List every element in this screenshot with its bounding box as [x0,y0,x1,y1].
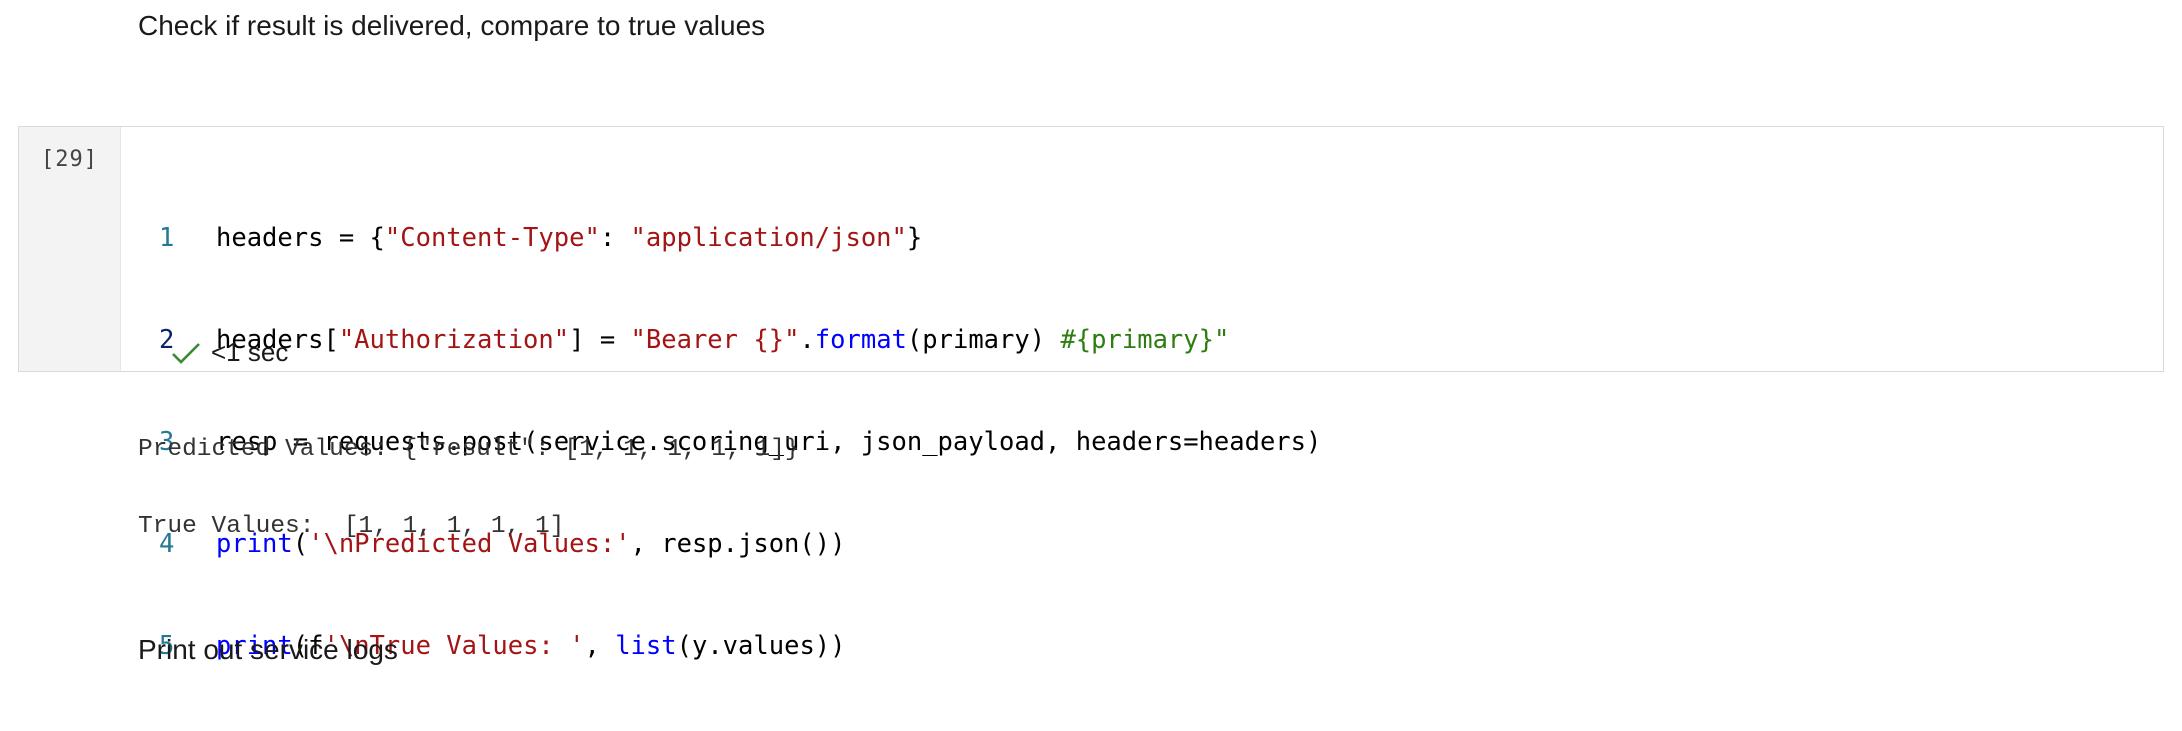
code-line: 1 headers = {"Content-Type": "applicatio… [159,221,1321,255]
markdown-cell-text: Check if result is delivered, compare to… [138,10,766,41]
code-token: } [906,223,923,253]
code-token-string: "application/json" [630,223,907,253]
execution-count: [29] [41,147,98,172]
line-number: 1 [159,223,175,253]
code-token: (y.values)) [676,631,846,661]
execution-status: <1 sec [171,337,288,368]
cell-output-line: True Values: [1, 1, 1, 1, 1] [138,513,565,540]
code-cell[interactable]: [29] 1 headers = {"Content-Type": "appli… [18,126,2164,661]
code-token: , resp.json()) [630,529,846,559]
code-token: (primary) [906,325,1061,355]
cell-output-line: Predicted Values: {"result": [1, 1, 1, 1… [138,436,800,463]
code-token-function: format [814,325,907,355]
code-token: : [599,223,631,253]
cell-gutter: [29] [19,127,121,371]
execution-time: <1 sec [211,337,289,367]
code-token-string: "Authorization" [338,325,570,355]
code-token: , [584,631,616,661]
code-token: headers = { [216,223,385,253]
code-token-comment: #{primary}" [1060,325,1230,355]
markdown-cell-text: Print out service logs [138,634,398,665]
code-token: ] = [569,325,631,355]
code-token-string: "Content-Type" [384,223,600,253]
code-token: . [799,325,815,355]
code-token-string: "Bearer {}" [630,325,800,355]
code-token-keyword: list [615,631,677,661]
code-line: 2 headers["Authorization"] = "Bearer {}"… [159,323,1321,357]
check-icon [172,342,200,364]
